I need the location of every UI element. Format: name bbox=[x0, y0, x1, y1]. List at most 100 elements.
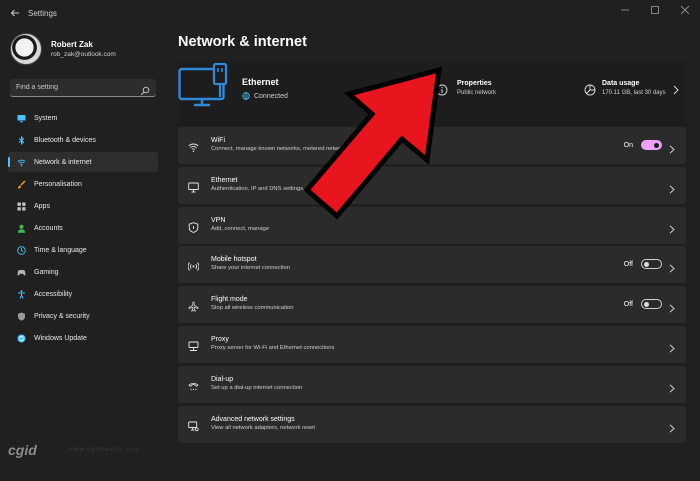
close-icon[interactable] bbox=[670, 0, 700, 20]
sidebar-item-windows-update[interactable]: Windows Update bbox=[8, 328, 158, 348]
maximize-icon[interactable] bbox=[640, 0, 670, 20]
row-subtitle: Proxy server for Wi-Fi and Ethernet conn… bbox=[211, 344, 335, 351]
row-subtitle: Connect, manage known networks, metered … bbox=[211, 146, 347, 152]
vpn-shield-icon bbox=[188, 220, 199, 233]
row-subtitle: View all network adapters, network reset bbox=[211, 424, 315, 431]
chevron-right-icon[interactable] bbox=[669, 300, 675, 313]
row-title: Flight mode bbox=[211, 296, 248, 304]
sidebar-item-time-language[interactable]: Time & language bbox=[8, 240, 158, 260]
toggle-state-label: On bbox=[623, 142, 633, 149]
chevron-right-icon[interactable] bbox=[669, 420, 675, 433]
sidebar-item-system[interactable]: System bbox=[8, 108, 158, 128]
sidebar-item-privacy-security[interactable]: Privacy & security bbox=[8, 306, 158, 326]
person-icon bbox=[17, 224, 26, 233]
mobile-hotspot-toggle[interactable] bbox=[641, 259, 662, 270]
profile-email: rob_zak@outlook.com bbox=[51, 51, 116, 58]
airplane-icon bbox=[188, 299, 199, 312]
ethernet-row[interactable]: Ethernet Authentication, IP and DNS sett… bbox=[178, 166, 686, 204]
window-title: Settings bbox=[28, 9, 57, 18]
mobile-hotspot-row[interactable]: Mobile hotspot Share your internet conne… bbox=[178, 246, 686, 284]
row-subtitle: Authentication, IP and DNS settings, met… bbox=[211, 185, 350, 192]
row-title: Dial-up bbox=[211, 375, 234, 383]
settings-list: WiFi Connect, manage known networks, met… bbox=[178, 127, 686, 445]
shield-icon bbox=[17, 312, 26, 321]
sidebar-nav: System Bluetooth & devices Network & int… bbox=[8, 108, 158, 350]
search-input[interactable] bbox=[16, 84, 136, 91]
sidebar-item-accessibility[interactable]: Accessibility bbox=[8, 284, 158, 304]
sidebar-item-gaming[interactable]: Gaming bbox=[8, 262, 158, 282]
wifi-row[interactable]: WiFi Connect, manage known networks, met… bbox=[178, 127, 686, 164]
watermark-text: www.cgdirector.com bbox=[68, 447, 141, 453]
wifi-toggle[interactable] bbox=[641, 140, 662, 150]
ethernet-status: Connected bbox=[242, 92, 288, 100]
row-title: WiFi bbox=[211, 137, 225, 144]
sidebar-item-apps[interactable]: Apps bbox=[8, 196, 158, 216]
sidebar-item-personalisation[interactable]: Personalisation bbox=[8, 174, 158, 194]
row-subtitle: Set up a dial-up internet connection bbox=[211, 384, 303, 391]
chevron-right-icon[interactable] bbox=[669, 260, 675, 273]
row-title: Ethernet bbox=[211, 176, 238, 184]
properties-link[interactable]: Properties Public network bbox=[436, 80, 496, 96]
proxy-row[interactable]: Proxy Proxy server for Wi-Fi and Etherne… bbox=[178, 325, 686, 363]
vpn-row[interactable]: VPN Add, connect, manage bbox=[178, 206, 686, 244]
row-title: Advanced network settings bbox=[211, 415, 295, 423]
toggle-state-label: Off bbox=[623, 301, 633, 309]
minimize-icon[interactable] bbox=[610, 0, 640, 20]
gamepad-icon bbox=[17, 268, 26, 277]
globe-icon bbox=[242, 92, 250, 100]
dialup-icon bbox=[188, 379, 199, 390]
data-usage-icon bbox=[584, 83, 596, 96]
window-controls bbox=[610, 0, 700, 20]
properties-title: Properties bbox=[457, 80, 492, 87]
brush-icon bbox=[17, 180, 26, 189]
profile-name: Robert Zak bbox=[51, 40, 93, 49]
data-usage-link[interactable]: Data usage 170.11 GB, last 30 days bbox=[584, 80, 666, 96]
proxy-icon bbox=[188, 339, 199, 351]
advanced-network-icon bbox=[188, 419, 199, 431]
dial-up-row[interactable]: Dial-up Set up a dial-up internet connec… bbox=[178, 365, 686, 403]
chevron-right-icon[interactable] bbox=[669, 340, 675, 353]
row-subtitle: Add, connect, manage bbox=[211, 225, 270, 232]
sidebar-item-label: Personalisation bbox=[34, 180, 82, 188]
sidebar-item-label: Accounts bbox=[34, 224, 63, 232]
chevron-right-icon[interactable] bbox=[669, 141, 675, 154]
chevron-right-icon[interactable] bbox=[669, 221, 675, 234]
chevron-right-icon[interactable] bbox=[669, 380, 675, 393]
sidebar-item-label: Privacy & security bbox=[34, 312, 90, 320]
row-subtitle: Stop all wireless communication bbox=[211, 305, 294, 312]
row-title: Mobile hotspot bbox=[211, 256, 257, 264]
apps-icon bbox=[17, 202, 26, 211]
sidebar-item-label: Gaming bbox=[34, 268, 59, 276]
data-usage-title: Data usage bbox=[602, 80, 640, 87]
flight-mode-toggle[interactable] bbox=[641, 299, 662, 310]
watermark: cgid www.cgdirector.com bbox=[8, 442, 140, 458]
avatar bbox=[10, 33, 42, 65]
back-arrow-icon[interactable] bbox=[8, 8, 22, 22]
data-usage-subtitle: 170.11 GB, last 30 days bbox=[602, 90, 666, 96]
chevron-right-icon[interactable] bbox=[669, 181, 675, 194]
search-icon[interactable] bbox=[140, 83, 150, 96]
wifi-icon bbox=[188, 140, 199, 152]
sidebar-item-accounts[interactable]: Accounts bbox=[8, 218, 158, 238]
toggle-state-label: Off bbox=[623, 261, 633, 269]
search-box[interactable] bbox=[10, 79, 156, 97]
flight-mode-row[interactable]: Flight mode Stop all wireless communicat… bbox=[178, 286, 686, 324]
chevron-right-icon[interactable] bbox=[672, 82, 680, 95]
sidebar-item-label: System bbox=[34, 114, 58, 122]
info-icon bbox=[436, 83, 448, 96]
sidebar-item-bluetooth[interactable]: Bluetooth & devices bbox=[8, 130, 158, 150]
advanced-network-settings-row[interactable]: Advanced network settings View all netwo… bbox=[178, 405, 686, 443]
sidebar-item-network[interactable]: Network & internet bbox=[8, 152, 158, 172]
sidebar-item-label: Bluetooth & devices bbox=[34, 136, 96, 144]
row-title: Proxy bbox=[211, 335, 229, 343]
connection-status-text: Connected bbox=[254, 92, 288, 100]
page-title: Network & internet bbox=[178, 34, 307, 50]
user-profile[interactable]: Robert Zak rob_zak@outlook.com bbox=[10, 33, 116, 65]
update-icon bbox=[17, 334, 26, 343]
properties-subtitle: Public network bbox=[457, 90, 497, 96]
wifi-icon bbox=[17, 158, 26, 167]
ethernet-monitor-icon bbox=[178, 61, 238, 116]
accessibility-icon bbox=[17, 289, 26, 299]
sidebar-item-label: Accessibility bbox=[34, 290, 73, 298]
ethernet-icon bbox=[188, 180, 199, 193]
